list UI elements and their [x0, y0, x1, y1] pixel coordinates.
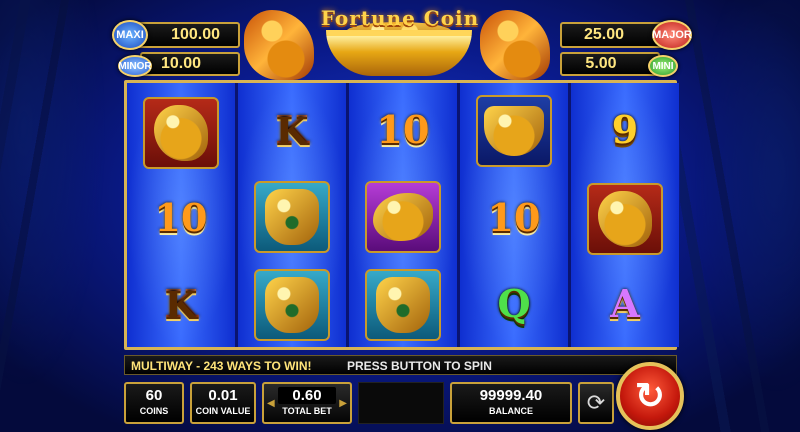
autoplay-button[interactable]: ⟳: [578, 382, 614, 424]
coins-label: COINS: [139, 406, 169, 416]
spin-button[interactable]: ↻: [616, 362, 684, 430]
mini-jackpot-badge: MINI: [648, 55, 678, 77]
refresh-arrows-icon: ⟳: [586, 390, 606, 415]
foo-dog-lion-icon: [143, 97, 219, 169]
spin-arrow-icon: ↻: [634, 375, 666, 416]
game-logo: Fortune Coin: [320, 6, 480, 30]
dragon-vase-icon: [254, 269, 330, 341]
ways-to-win-text: MULTIWAY - 243 WAYS TO WIN!: [131, 359, 312, 373]
dragon-vase-icon: [365, 269, 441, 341]
mini-jackpot-value: 5.00: [560, 52, 660, 76]
balance-label: BALANCE: [489, 406, 533, 416]
reel-frame: 10 K K 10 10 Q 9 A: [124, 80, 679, 350]
dragon-vase-icon: [254, 181, 330, 253]
symbol-ten: 10: [487, 194, 541, 240]
bamboo-background-right: [680, 0, 800, 432]
symbol-nine: 9: [611, 106, 639, 152]
balance-value: 99999.40: [479, 387, 543, 404]
golden-koi-fish-icon: [365, 181, 441, 253]
golden-dragon-right: [480, 10, 550, 80]
minor-jackpot-value: 10.00: [140, 52, 240, 76]
coins-selector[interactable]: 60 COINS: [124, 382, 184, 424]
message-panel: [358, 382, 444, 424]
coin-value-label: COIN VALUE: [195, 406, 251, 416]
symbol-queen: Q: [497, 280, 531, 326]
maxi-jackpot-badge: MAXI: [112, 20, 148, 50]
symbol-koi-fish: [353, 177, 453, 257]
symbol-gold-ingot: [464, 91, 564, 171]
gold-ingot-wild-icon: [476, 95, 552, 167]
symbol-ten: 10: [154, 194, 208, 240]
symbol-dragon-vase: [242, 177, 342, 257]
major-jackpot-badge: MAJOR: [652, 20, 692, 50]
total-bet-label: TOTAL BET: [282, 406, 332, 416]
symbol-dragon-vase: [353, 265, 453, 345]
coins-value: 60: [145, 387, 163, 404]
bamboo-background-left: [0, 0, 120, 432]
total-bet-value: 0.60: [278, 387, 336, 404]
total-bet-selector: ◀ 0.60 TOTAL BET ▶: [262, 382, 352, 424]
reel-3: 10: [349, 83, 457, 347]
coin-value-selector[interactable]: 0.01 COIN VALUE: [190, 382, 256, 424]
reel-1: 10 K: [127, 83, 235, 347]
reel-2: K: [238, 83, 346, 347]
reel-4: 10 Q: [460, 83, 568, 347]
fortune-bowl: [326, 30, 472, 76]
game-screen: Fortune Coin 100.00 MAXI 10.00 MINOR 25.…: [0, 0, 800, 432]
coin-value-value: 0.01: [208, 387, 238, 404]
symbol-ten: 10: [376, 106, 430, 152]
decrease-bet-icon[interactable]: ◀: [267, 398, 275, 409]
reel-5: 9 A: [571, 83, 679, 347]
symbol-foo-dog: [575, 179, 675, 259]
symbol-ace: A: [610, 280, 640, 326]
foo-dog-lion-icon: [587, 183, 663, 255]
minor-jackpot-badge: MINOR: [118, 55, 152, 77]
increase-bet-icon[interactable]: ▶: [339, 398, 347, 409]
spin-prompt-text: PRESS BUTTON TO SPIN: [347, 359, 492, 373]
symbol-king: K: [131, 263, 231, 343]
balance-display: 99999.40 BALANCE: [450, 382, 572, 424]
symbol-foo-dog: [131, 93, 231, 173]
symbol-king: K: [242, 89, 342, 169]
golden-dragon-left: [244, 10, 314, 80]
symbol-dragon-vase: [242, 265, 342, 345]
info-bar: MULTIWAY - 243 WAYS TO WIN! PRESS BUTTON…: [124, 355, 677, 375]
